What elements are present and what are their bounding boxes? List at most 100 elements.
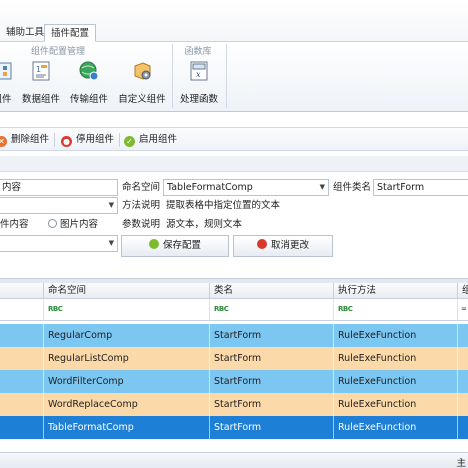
tab-plugin-config[interactable]: 插件配置 [44,24,97,42]
table-row[interactable]: WordReplaceComp StartForm RuleExeFunction [0,393,468,416]
chevron-down-icon[interactable]: ▼ [109,236,114,251]
content-field[interactable]: 内容 [0,179,118,196]
component-form: 内容 命名空间 TableFormatComp ▼ 组件类名 StartForm… [0,172,468,278]
classname-label: 组件类名 [333,182,372,193]
filter-cell-namespace[interactable]: RBC [44,299,210,321]
group-label-function-library: 函数库 [184,47,212,57]
namespace-label: 命名空间 [122,182,161,193]
grid-empty-area [0,440,468,452]
group-label-component-config: 组件配置管理 [30,47,85,57]
column-header-group[interactable]: 组 [458,283,468,299]
cell-blank[interactable] [0,393,44,416]
cell-blank[interactable] [458,324,468,347]
cell-class[interactable]: StartForm [210,347,334,370]
cell-blank[interactable] [0,370,44,393]
filter-text-icon: RBC [214,305,229,313]
ribbon-button-transfer-component[interactable]: 传输组件 [68,60,110,108]
text-content-radio[interactable]: 件内容 [0,216,29,233]
method-desc-label: 方法说明 [122,200,161,211]
delete-icon: ✕ [0,136,7,147]
cell-namespace[interactable]: WordReplaceComp [44,393,210,416]
cell-class[interactable]: StartForm [210,370,334,393]
method-desc-value: 提取表格中指定位置的文本 [166,200,281,211]
column-header-namespace[interactable]: 命名空间 [44,283,210,299]
table-row[interactable]: RegularComp StartForm RuleExeFunction [0,324,468,347]
ribbon-button-component[interactable]: 组件 [0,60,16,108]
cell-blank[interactable] [0,416,44,439]
delete-component-button[interactable]: ✕ 删除组件 [0,132,49,148]
cell-class[interactable]: StartForm [210,393,334,416]
ribbon-button-label: 传输组件 [69,94,108,105]
param-desc-label: 参数说明 [122,219,161,230]
table-row[interactable]: WordFilterComp StartForm RuleExeFunction [0,370,468,393]
tab-auxiliary-tools[interactable]: 辅助工具 [0,24,50,42]
option-select[interactable]: ▼ [0,235,118,252]
toolbar-divider [54,133,55,147]
namespace-value: TableFormatComp [167,182,253,193]
stop-icon [256,239,267,249]
cell-method[interactable]: RuleExeFunction [334,347,458,370]
table-row[interactable]: RegularListComp StartForm RuleExeFunction [0,347,468,370]
cell-method[interactable]: RuleExeFunction [334,324,458,347]
function-calculator-icon: x [190,61,208,81]
cell-class[interactable]: StartForm [210,324,334,347]
cell-method[interactable]: RuleExeFunction [334,370,458,393]
disable-component-button[interactable]: ● 停用组件 [61,132,114,148]
text-content-radio-label: 件内容 [0,219,29,230]
radio-button[interactable] [48,219,57,228]
filter-cell-indicator [0,299,44,321]
cancel-changes-label: 取消更改 [270,240,309,251]
cell-namespace[interactable]: WordFilterComp [44,370,210,393]
cell-blank[interactable] [458,370,468,393]
enable-component-label: 启用组件 [139,134,178,145]
filter-cell-group[interactable]: = [458,299,468,321]
status-text: 主 [456,458,466,468]
ribbon-button-label: 组件 [0,94,12,105]
filter-text-icon: RBC [338,305,353,313]
cell-blank[interactable] [0,324,44,347]
image-content-radio[interactable]: 图片内容 [48,216,98,233]
column-header-method[interactable]: 执行方法 [334,283,458,299]
image-content-radio-label: 图片内容 [60,219,99,230]
cell-blank[interactable] [458,347,468,370]
ribbon-button-process-function[interactable]: x 处理函数 [178,60,220,108]
custom-component-icon [134,62,151,80]
enable-component-button[interactable]: ✓ 启用组件 [124,132,177,148]
namespace-select[interactable]: TableFormatComp ▼ [163,179,329,196]
group-divider [226,44,227,108]
cell-blank[interactable] [458,416,468,439]
svg-text:x: x [196,70,201,79]
save-config-button[interactable]: 保存配置 [121,235,229,257]
toolbar-divider [119,133,120,147]
classname-field[interactable]: StartForm [373,179,468,196]
param-desc-value: 源文本，规则文本 [166,219,243,230]
cell-namespace[interactable]: TableFormatComp [44,416,210,439]
cell-method[interactable]: RuleExeFunction [334,416,458,439]
delete-component-label: 删除组件 [11,134,50,145]
filter-cell-class[interactable]: RBC [210,299,334,321]
chevron-down-icon[interactable]: ▼ [109,198,114,213]
filter-cell-method[interactable]: RBC [334,299,458,321]
column-header-indicator[interactable] [0,283,44,299]
table-row[interactable]: TableFormatComp StartForm RuleExeFunction [0,416,468,439]
ribbon-button-label: 数据组件 [21,94,60,105]
column-header-class[interactable]: 类名 [210,283,334,299]
data-component-icon: 1 [32,61,50,81]
cell-class[interactable]: StartForm [210,416,334,439]
save-config-label: 保存配置 [162,240,201,251]
cell-namespace[interactable]: RegularComp [44,324,210,347]
cell-method[interactable]: RuleExeFunction [334,393,458,416]
ribbon-button-label: 自定义组件 [118,94,166,105]
section-strip [0,156,468,172]
ribbon-button-data-component[interactable]: 1 数据组件 [20,60,62,108]
cell-blank[interactable] [458,393,468,416]
cell-blank[interactable] [0,347,44,370]
cancel-changes-button[interactable]: 取消更改 [233,235,333,257]
ribbon-button-custom-component[interactable]: 自定义组件 [116,60,168,108]
cell-namespace[interactable]: RegularListComp [44,347,210,370]
type-select[interactable]: ▼ [0,197,118,214]
chevron-down-icon[interactable]: ▼ [320,180,325,195]
component-toolbar: ✕ 删除组件 ● 停用组件 ✓ 启用组件 [0,127,468,151]
ribbon-button-label: 处理函数 [179,94,218,105]
component-grid-icon [0,62,12,80]
